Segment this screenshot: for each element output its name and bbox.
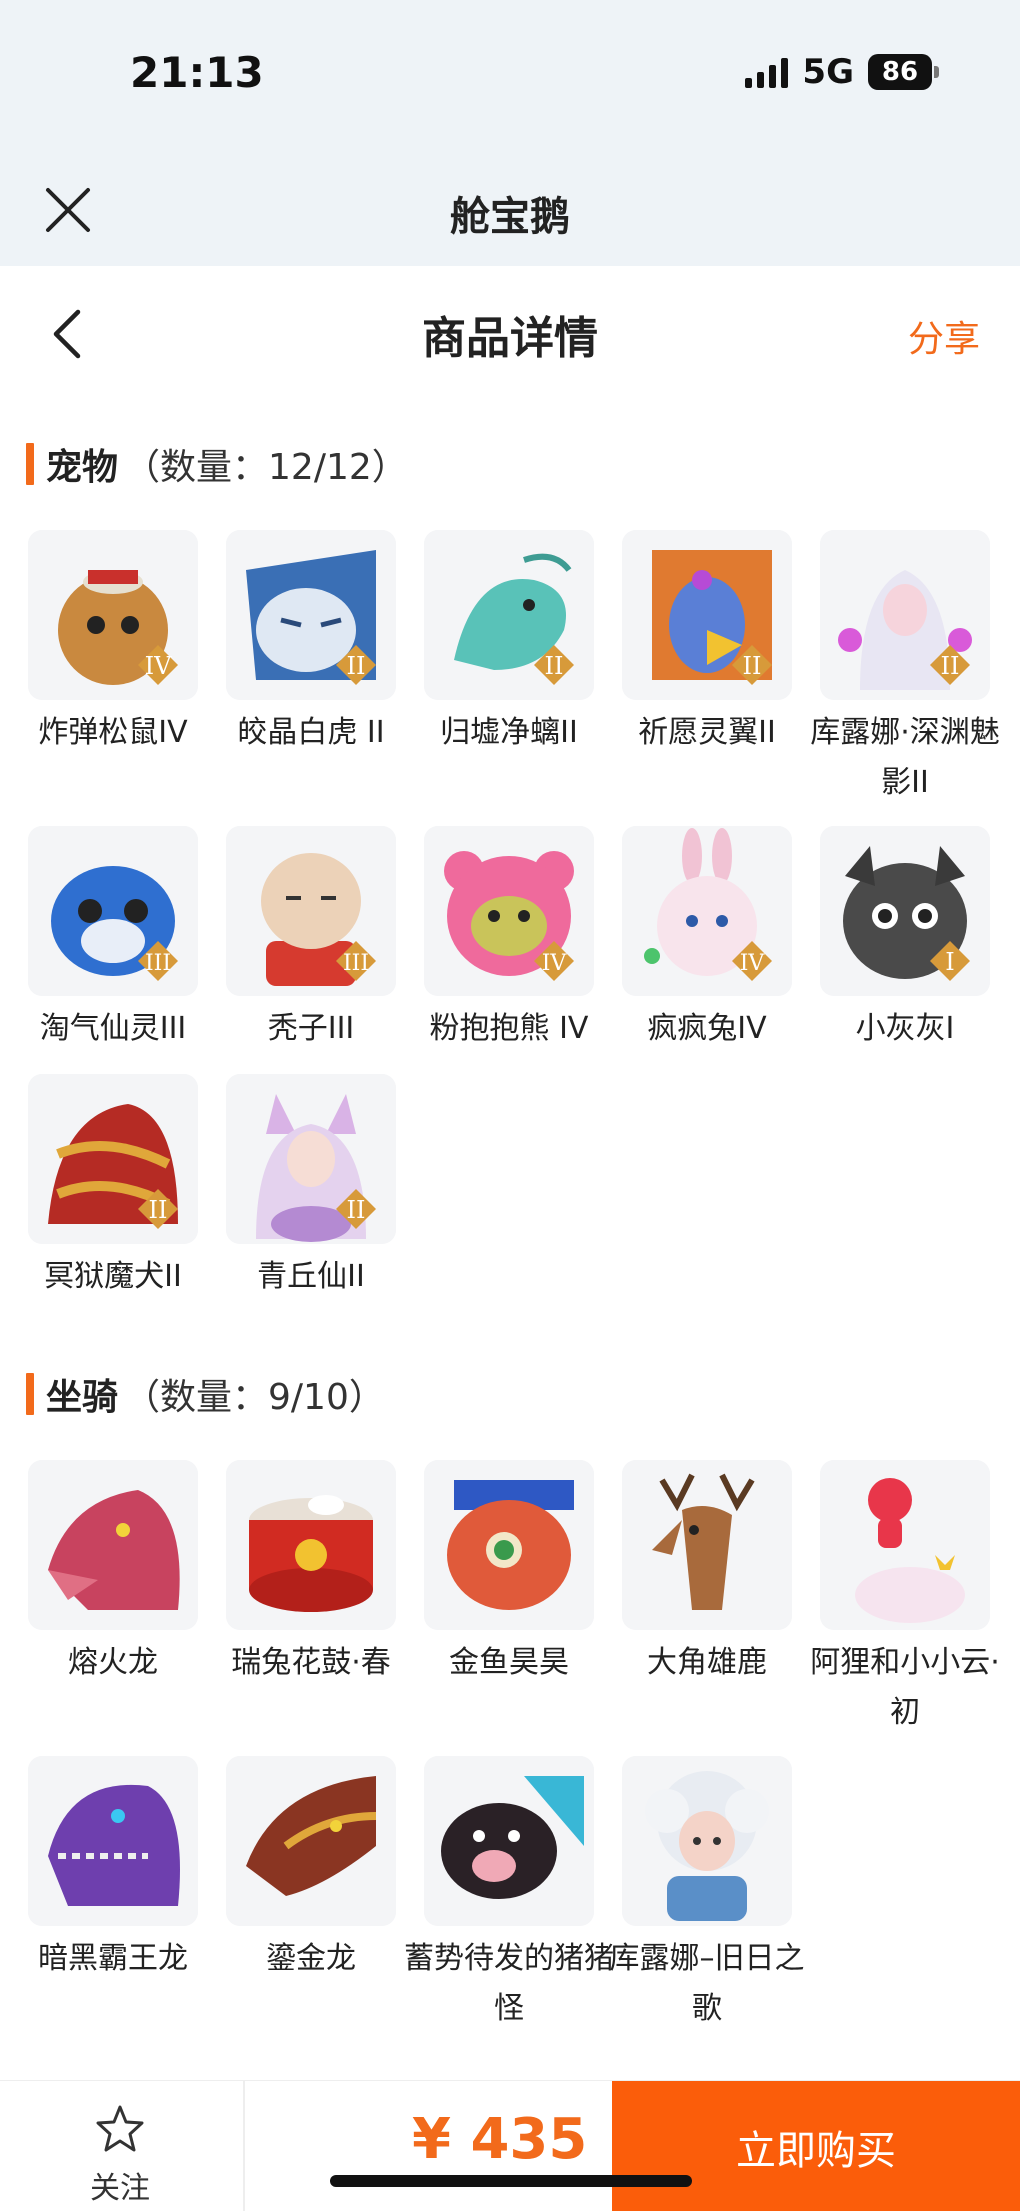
follow-button[interactable]: 关注 bbox=[60, 2103, 180, 2207]
pet-thumbnail: IV bbox=[424, 826, 594, 996]
battery-icon: 86 bbox=[868, 54, 939, 90]
mount-label: 大角雄鹿 bbox=[647, 1645, 767, 1680]
mount-label: 蓄势待发的猪猪怪 bbox=[404, 1941, 614, 2026]
pet-thumbnail: III bbox=[28, 826, 198, 996]
tier-badge: II bbox=[347, 652, 366, 680]
bottom-action-bar: 关注 ¥ 435 立即购买 bbox=[0, 2080, 1020, 2211]
pet-thumbnail: II bbox=[622, 530, 792, 700]
section-count: （数量：9/10） bbox=[124, 1377, 385, 1418]
pet-label: 冥狱魔犬II bbox=[44, 1259, 182, 1294]
tier-badge: IV bbox=[740, 951, 766, 976]
pet-label: 库露娜·深渊魅影II bbox=[810, 715, 1000, 800]
pet-label: 祈愿灵翼II bbox=[638, 715, 776, 750]
pet-thumbnail: II bbox=[28, 1074, 198, 1244]
star-icon bbox=[96, 2105, 144, 2152]
page-nav: 商品详情 分享 bbox=[0, 266, 1020, 402]
pet-thumbnail: II bbox=[424, 530, 594, 700]
section-name: 坐骑 bbox=[46, 1377, 119, 1418]
mini-program-title: 舱宝鹅 bbox=[450, 194, 570, 240]
pet-thumbnail: II bbox=[820, 530, 990, 700]
pet-label: 炸弹松鼠IV bbox=[38, 715, 188, 750]
pet-label: 归墟净螭II bbox=[440, 715, 578, 750]
tier-badge: II bbox=[941, 652, 960, 680]
tier-badge: II bbox=[149, 1196, 168, 1224]
share-button[interactable]: 分享 bbox=[908, 310, 980, 362]
status-bar: 21:13 5G 86 bbox=[0, 0, 1020, 160]
signal-icon bbox=[745, 56, 789, 88]
tier-badge: III bbox=[145, 951, 171, 976]
pet-label: 小灰灰I bbox=[855, 1011, 955, 1046]
section-title-pets: 宠物 （数量：12/12） bbox=[26, 438, 408, 490]
divider bbox=[243, 2081, 245, 2211]
mount-thumbnail bbox=[424, 1756, 594, 1926]
mount-label: 阿狸和小小云·初 bbox=[810, 1645, 1000, 1730]
tier-badge: IV bbox=[542, 951, 568, 976]
pet-label: 粉抱抱熊 IV bbox=[429, 1011, 589, 1046]
section-name: 宠物 bbox=[46, 447, 119, 488]
section-accent-bar bbox=[26, 443, 34, 485]
mount-thumbnail bbox=[424, 1460, 594, 1630]
tier-badge: II bbox=[743, 652, 762, 680]
mount-thumbnail bbox=[622, 1756, 792, 1926]
mount-label: 暗黑霸王龙 bbox=[38, 1941, 188, 1976]
pet-thumbnail: IV bbox=[28, 530, 198, 700]
pet-label: 青丘仙II bbox=[257, 1259, 365, 1294]
mount-label: 库露娜–旧日之歌 bbox=[609, 1941, 805, 2026]
battery-level: 86 bbox=[881, 57, 919, 87]
pet-label: 皎晶白虎 II bbox=[237, 715, 385, 750]
status-indicators: 5G 86 bbox=[745, 52, 939, 92]
tier-badge: III bbox=[343, 951, 369, 976]
mount-label: 鎏金龙 bbox=[266, 1941, 356, 1976]
status-time: 21:13 bbox=[130, 48, 264, 97]
mount-label: 熔火龙 bbox=[68, 1645, 158, 1680]
pet-thumbnail: III bbox=[226, 826, 396, 996]
tier-badge: IV bbox=[145, 652, 172, 680]
tier-badge: II bbox=[347, 1196, 366, 1224]
pet-thumbnail: II bbox=[226, 530, 396, 700]
mount-thumbnail bbox=[28, 1460, 198, 1630]
section-count: （数量：12/12） bbox=[124, 447, 408, 488]
home-indicator bbox=[330, 2175, 692, 2187]
follow-label: 关注 bbox=[90, 2171, 150, 2206]
price: ¥ 435 bbox=[412, 2107, 588, 2172]
page-title: 商品详情 bbox=[422, 313, 598, 364]
pet-label: 秃子III bbox=[267, 1011, 355, 1046]
mount-label: 瑞兔花鼓·春 bbox=[231, 1645, 391, 1680]
section-title-mounts: 坐骑 （数量：9/10） bbox=[26, 1368, 385, 1420]
section-accent-bar bbox=[26, 1373, 34, 1415]
mount-label: 金鱼昊昊 bbox=[449, 1645, 569, 1680]
pet-thumbnail: II bbox=[226, 1074, 396, 1244]
mount-thumbnail bbox=[820, 1460, 990, 1630]
mount-thumbnail bbox=[226, 1460, 396, 1630]
network-type: 5G bbox=[802, 52, 854, 92]
pet-label: 疯疯兔IV bbox=[647, 1011, 767, 1046]
pet-label: 淘气仙灵III bbox=[39, 1011, 187, 1046]
mount-thumbnail bbox=[622, 1460, 792, 1630]
pet-thumbnail: IV bbox=[622, 826, 792, 996]
tier-badge: II bbox=[545, 652, 564, 680]
mini-program-header: 舱宝鹅 bbox=[0, 160, 1020, 266]
buy-now-button[interactable]: 立即购买 bbox=[612, 2081, 1020, 2211]
mount-thumbnail bbox=[28, 1756, 198, 1926]
pet-thumbnail: I bbox=[820, 826, 990, 996]
tier-badge: I bbox=[945, 948, 954, 976]
mount-thumbnail bbox=[226, 1756, 396, 1926]
